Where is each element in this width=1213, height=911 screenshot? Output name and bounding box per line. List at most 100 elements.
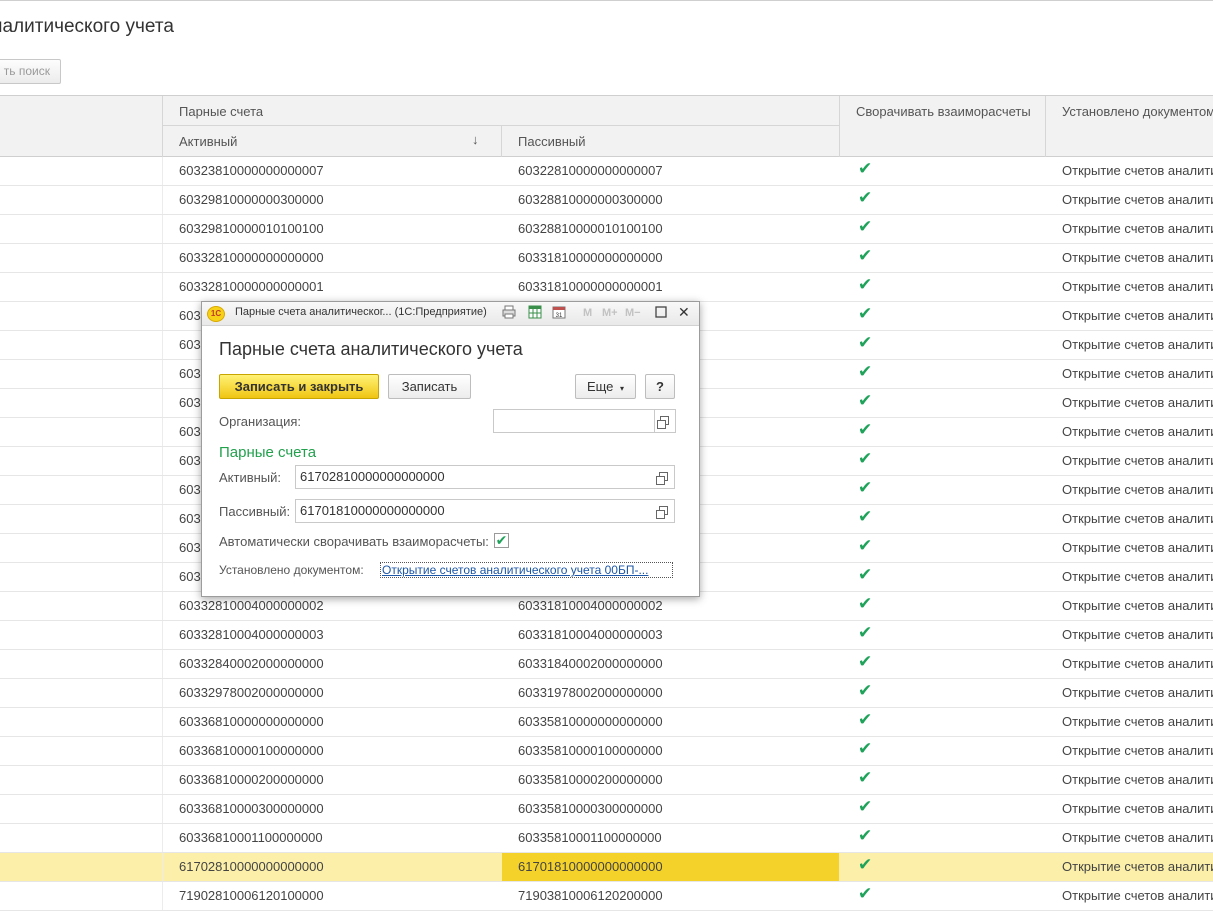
- cell-active: 60336810000000000000: [179, 714, 324, 729]
- cell-document: Открытие счетов аналитического учета: [1062, 772, 1213, 787]
- cell-document: Открытие счетов аналитического учета: [1062, 482, 1213, 497]
- cell-passive: 61701810000000000000: [518, 859, 663, 874]
- print-icon[interactable]: [502, 305, 516, 323]
- cell-document: Открытие счетов аналитического учета: [1062, 279, 1213, 294]
- checkmark-icon: ✔: [858, 478, 873, 497]
- checkmark-icon: ✔: [858, 739, 873, 758]
- cell-document: Открытие счетов аналитического учета: [1062, 308, 1213, 323]
- checkmark-icon: ✔: [858, 681, 873, 700]
- cell-document: Открытие счетов аналитического учета: [1062, 656, 1213, 671]
- column-separator: [162, 505, 163, 533]
- memory-minus-icon[interactable]: M−: [625, 305, 641, 321]
- cell-document: Открытие счетов аналитического учета: [1062, 801, 1213, 816]
- column-separator: [162, 418, 163, 446]
- cell-passive: 60322810000000000007: [518, 163, 663, 178]
- column-separator: [162, 679, 163, 707]
- open-icon: [657, 416, 669, 429]
- document-link[interactable]: Открытие счетов аналитического учета 00Б…: [380, 562, 673, 578]
- column-separator: [162, 853, 163, 881]
- table-row[interactable]: 60332978002000000000 60331978002000000000…: [0, 679, 1213, 708]
- checkmark-icon: ✔: [858, 275, 873, 294]
- memory-m-icon[interactable]: M: [583, 305, 592, 321]
- column-separator: [162, 360, 163, 388]
- column-separator: [162, 215, 163, 243]
- column-header-passive[interactable]: Пассивный: [518, 134, 586, 149]
- table-row[interactable]: 60336810000000000000 60335810000000000000…: [0, 708, 1213, 737]
- sort-descending-icon[interactable]: ↓: [472, 132, 479, 147]
- table-row[interactable]: 60323810000000000007 60322810000000000007…: [0, 157, 1213, 186]
- table-row[interactable]: 60332840002000000000 60331840002000000000…: [0, 650, 1213, 679]
- cell-active: 60332810000000000001: [179, 279, 324, 294]
- table-row[interactable]: 60329810000000300000 60328810000000300000…: [0, 186, 1213, 215]
- cell-passive: 60335810001100000000: [518, 830, 662, 845]
- cell-document: Открытие счетов аналитического учета: [1062, 250, 1213, 265]
- auto-collapse-checkbox[interactable]: ✔: [494, 533, 509, 548]
- column-header-active[interactable]: Активный: [179, 134, 237, 149]
- table-row[interactable]: 60332810000000000000 60331810000000000000…: [0, 244, 1213, 273]
- cell-active: 60332978002000000000: [179, 685, 324, 700]
- help-button[interactable]: ?: [645, 374, 675, 399]
- memory-plus-icon[interactable]: M+: [602, 305, 618, 321]
- checkmark-icon: ✔: [858, 507, 873, 526]
- cell-active: 60332810000000000000: [179, 250, 324, 265]
- table-row[interactable]: 60332810000000000001 60331810000000000001…: [0, 273, 1213, 302]
- table-row[interactable]: 60336810001100000000 60335810001100000000…: [0, 824, 1213, 853]
- cell-passive: 60328810000010100100: [518, 221, 663, 236]
- cell-document: Открытие счетов аналитического учета: [1062, 743, 1213, 758]
- table-row[interactable]: 61702810000000000000 61701810000000000000…: [0, 853, 1213, 882]
- calendar-day: 31: [556, 313, 563, 319]
- cell-document: Открытие счетов аналитического учета: [1062, 830, 1213, 845]
- cell-passive: 60331810000000000001: [518, 279, 663, 294]
- organization-field[interactable]: [493, 409, 655, 433]
- table-row[interactable]: 60336810000300000000 60335810000300000000…: [0, 795, 1213, 824]
- checkmark-icon: ✔: [858, 188, 873, 207]
- save-and-close-button[interactable]: Записать и закрыть: [219, 374, 379, 399]
- organization-open-button[interactable]: [655, 409, 676, 433]
- passive-account-field[interactable]: 61701810000000000000: [295, 499, 655, 523]
- checkmark-icon: ✔: [858, 449, 873, 468]
- cell-active: 60336810000300000000: [179, 801, 324, 816]
- cell-document: Открытие счетов аналитического учета: [1062, 395, 1213, 410]
- cell-document: Открытие счетов аналитического учета: [1062, 598, 1213, 613]
- cell-document: Открытие счетов аналитического учета: [1062, 424, 1213, 439]
- checkmark-icon: ✔: [858, 536, 873, 555]
- cell-passive: 60331840002000000000: [518, 656, 663, 671]
- table-row[interactable]: 60336810000100000000 60335810000100000000…: [0, 737, 1213, 766]
- active-account-field[interactable]: 61702810000000000000: [295, 465, 655, 489]
- open-icon: [656, 506, 668, 519]
- cell-active: 60323810000000000007: [179, 163, 324, 178]
- active-account-open-button[interactable]: [654, 465, 675, 489]
- table-row[interactable]: 71902810006120100000 71903810006120200000…: [0, 882, 1213, 911]
- passive-account-open-button[interactable]: [654, 499, 675, 523]
- column-separator: [162, 563, 163, 591]
- column-header-document[interactable]: Установлено документом: [1062, 104, 1213, 119]
- dialog-titlebar[interactable]: 1С Парные счета аналитическог... (1С:Пре…: [202, 302, 699, 326]
- column-separator: [162, 708, 163, 736]
- save-button[interactable]: Записать: [388, 374, 471, 399]
- document-label: Установлено документом:: [219, 563, 364, 577]
- search-button[interactable]: ть поиск: [0, 59, 61, 84]
- open-icon: [656, 472, 668, 485]
- column-header-collapse[interactable]: Сворачивать взаиморасчеты: [856, 104, 1031, 119]
- column-separator: [162, 621, 163, 649]
- cell-document: Открытие счетов аналитического учета: [1062, 714, 1213, 729]
- column-separator: [162, 534, 163, 562]
- spreadsheet-icon[interactable]: [528, 305, 542, 323]
- checkmark-icon: ✔: [858, 217, 873, 236]
- maximize-icon[interactable]: [655, 306, 667, 322]
- column-separator: [162, 795, 163, 823]
- checkmark-icon: ✔: [858, 826, 873, 845]
- cell-active: 60336810000200000000: [179, 772, 324, 787]
- column-separator: [162, 882, 163, 910]
- table-row[interactable]: 60332810004000000003 60331810004000000003…: [0, 621, 1213, 650]
- cell-active: 60336810001100000000: [179, 830, 323, 845]
- checkmark-icon: ✔: [858, 159, 873, 178]
- cell-passive: 60335810000000000000: [518, 714, 663, 729]
- table-row[interactable]: 60336810000200000000 60335810000200000000…: [0, 766, 1213, 795]
- calendar-icon[interactable]: 31: [552, 305, 566, 323]
- more-button-label: Еще: [586, 379, 614, 394]
- table-row[interactable]: 60329810000010100100 60328810000010100100…: [0, 215, 1213, 244]
- close-icon[interactable]: ✕: [678, 304, 690, 320]
- cell-document: Открытие счетов аналитического учета: [1062, 453, 1213, 468]
- more-button[interactable]: Еще ▾: [575, 374, 636, 399]
